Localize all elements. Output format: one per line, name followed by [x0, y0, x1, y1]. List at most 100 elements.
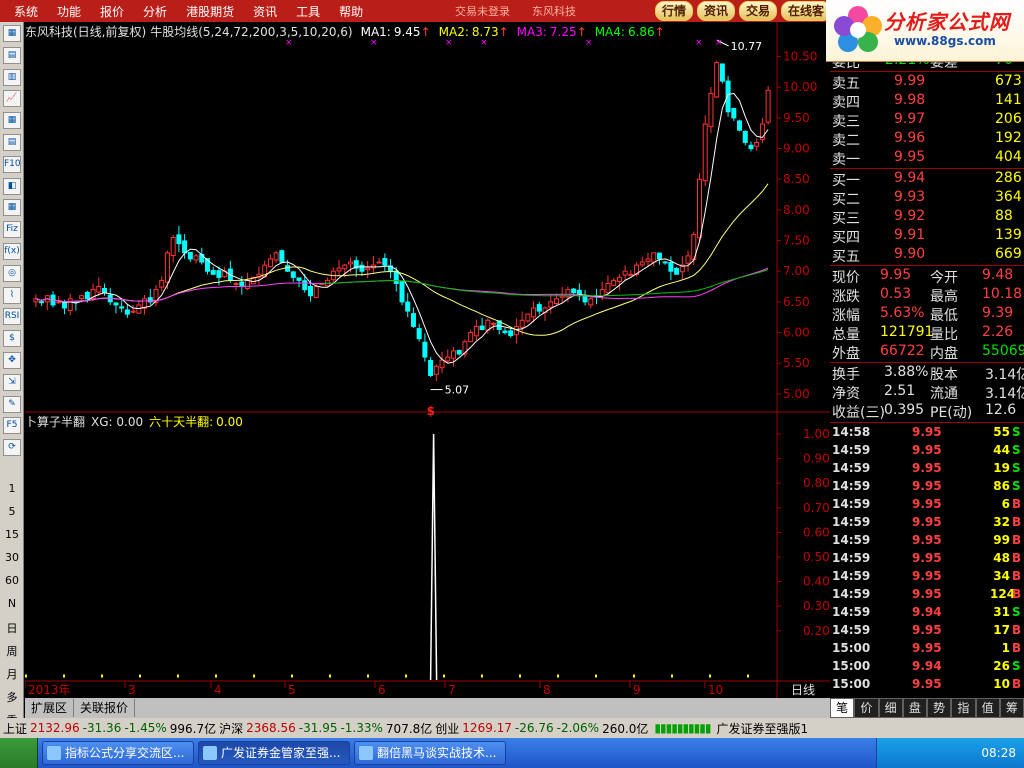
tick-volume: 32 — [993, 515, 1010, 529]
toolbar-button-0[interactable]: ▦ — [3, 25, 21, 42]
tick-row: 15:00 9.95 10 B — [830, 676, 1024, 694]
tick-price: 9.95 — [912, 569, 942, 583]
chart-area[interactable]: 10.50 10.00 9.50 9.00 8.50 8.00 7.50 7.00 6.50 6.… — [25, 22, 830, 718]
menu-middle-item-0[interactable]: 交易未登录 — [455, 3, 510, 19]
tick-price: 9.95 — [912, 641, 942, 655]
signal-meter: ▮▮▮▮▮▮▮▮▮▮ — [654, 721, 711, 735]
sh-index-pct: -1.45% — [124, 721, 167, 735]
period-button-1[interactable]: 5 — [0, 505, 24, 518]
menu-item-7[interactable]: 帮助 — [334, 3, 368, 20]
toolbar-button-19[interactable]: ⟳ — [3, 439, 21, 457]
sh-index-label: 上证 — [3, 721, 28, 736]
buy-vol: 88 — [995, 208, 1013, 224]
top-tab-2[interactable]: 交易 — [739, 1, 778, 21]
buy-label: 买三 — [832, 211, 860, 227]
candle — [725, 76, 731, 117]
tick-row: 14:59 9.95 32 B — [830, 514, 1024, 532]
tick-row: 14:59 9.95 44 S — [830, 442, 1024, 460]
period-button-0[interactable]: 1 — [0, 482, 24, 495]
tick-row: 14:59 9.95 124 B — [830, 586, 1024, 604]
menu-item-6[interactable]: 工具 — [291, 3, 325, 20]
toolbar-button-4[interactable]: ▦ — [3, 112, 21, 130]
sub-axis-label: 0.90 — [803, 452, 830, 466]
toolbar-button-14[interactable]: $ — [3, 330, 21, 348]
period-button-7[interactable]: 周 — [0, 643, 24, 659]
app-icon — [359, 746, 373, 760]
kline-chart[interactable]: 10.50 10.00 9.50 9.00 8.50 8.00 7.50 7.00 6.50 6.… — [25, 22, 830, 698]
sell-vol: 192 — [995, 130, 1022, 146]
period-button-5[interactable]: N — [0, 597, 24, 610]
sub-rule-label: 六十天半翻: — [149, 415, 213, 429]
stat-row: 净资 2.51 流通 3.14亿 — [830, 383, 1024, 402]
menu-item-2[interactable]: 报价 — [95, 3, 129, 20]
toolbar-button-1[interactable]: ▤ — [3, 46, 21, 64]
stat-value: 9.48 — [982, 267, 1014, 283]
toolbar-button-6[interactable]: F10 — [3, 155, 21, 173]
toolbar-button-17[interactable]: ✎ — [3, 395, 21, 413]
stat-row: 涨幅 5.63% 最低 9.39 — [830, 305, 1024, 324]
sell-vol: 206 — [995, 111, 1022, 127]
candle — [702, 115, 708, 187]
top-tab-3[interactable]: 在线客 — [781, 1, 832, 21]
tick-row: 15:00 9.95 1 B — [830, 640, 1024, 658]
menu-middle-item-1[interactable]: 东风科技 — [532, 3, 576, 19]
toolbar-button-7[interactable]: ◧ — [3, 177, 21, 195]
taskbar-item-2[interactable]: 翻倍黑马谈实战技术... — [354, 741, 506, 765]
date-label: 5 — [288, 683, 296, 697]
toolbar-button-2[interactable]: ▥ — [3, 68, 21, 86]
taskbar-item-1[interactable]: 广发证券金管家至强... — [198, 741, 350, 765]
period-button-9[interactable]: 多 — [0, 689, 24, 705]
period-button-2[interactable]: 15 — [0, 528, 24, 541]
quote-subtab-4[interactable]: 势 — [927, 698, 952, 718]
sub-axis-label: 1.00 — [803, 427, 830, 441]
toolbar-button-3[interactable]: 📈 — [3, 90, 21, 108]
quote-subtab-6[interactable]: 值 — [975, 698, 1000, 718]
stat-label: 总量 — [832, 327, 860, 343]
bottom-tab-0[interactable]: 扩展区 — [25, 699, 75, 717]
quote-subtab-0[interactable]: 笔 — [830, 698, 855, 718]
sell-row: 卖二 9.96 192 — [830, 130, 1024, 149]
quote-subtab-7[interactable]: 筹 — [999, 698, 1024, 718]
period-button-4[interactable]: 60 — [0, 574, 24, 587]
toolbar-button-13[interactable]: RSI — [3, 308, 21, 326]
toolbar-button-11[interactable]: ◎ — [3, 264, 21, 282]
toolbar-button-5[interactable]: ▤ — [3, 134, 21, 151]
toolbar-button-18[interactable]: F5 — [3, 417, 21, 435]
sell-vol: 141 — [995, 92, 1022, 108]
toolbar-button-16[interactable]: ⇲ — [3, 373, 21, 391]
quote-subtab-2[interactable]: 细 — [878, 698, 903, 718]
period-button-8[interactable]: 月 — [0, 666, 24, 682]
quote-subtab-5[interactable]: 指 — [951, 698, 976, 718]
menu-item-4[interactable]: 港股期货 — [181, 3, 239, 20]
toolbar-button-9[interactable]: Fiz — [3, 221, 21, 239]
toolbar-button-12[interactable]: ⌇ — [3, 286, 21, 304]
toolbar-button-10[interactable]: f(x) — [3, 243, 21, 260]
quote-subtab-1[interactable]: 价 — [854, 698, 879, 718]
buy-row: 买一 9.94 286 — [830, 170, 1024, 189]
toolbar-button-15[interactable]: ✥ — [3, 352, 21, 369]
candle — [719, 63, 725, 84]
top-tab-1[interactable]: 资讯 — [697, 1, 736, 21]
toolbar-button-8[interactable]: ▦ — [3, 199, 21, 217]
ma-legend-label: MA1: — [361, 25, 391, 39]
date-label: 7 — [448, 683, 456, 697]
buy-price: 9.92 — [894, 208, 926, 224]
period-button-3[interactable]: 30 — [0, 551, 24, 564]
tick-direction: B — [1012, 569, 1022, 583]
tick-price: 9.95 — [912, 479, 942, 493]
menu-item-0[interactable]: 系统 — [9, 3, 43, 20]
candle — [399, 281, 405, 306]
taskbar-item-0[interactable]: 指标公式分享交流区... — [42, 741, 194, 765]
tick-time: 14:59 — [832, 515, 871, 529]
period-button-6[interactable]: 日 — [0, 620, 24, 636]
menu-item-5[interactable]: 资讯 — [248, 3, 282, 20]
top-tab-0[interactable]: 行情 — [655, 1, 694, 21]
tick-price: 9.95 — [912, 461, 942, 475]
bottom-tab-1[interactable]: 关联报价 — [74, 699, 136, 717]
start-button[interactable] — [0, 738, 38, 768]
divider — [830, 71, 1024, 72]
menu-item-3[interactable]: 分析 — [138, 3, 172, 20]
quote-subtab-3[interactable]: 盘 — [902, 698, 927, 718]
tick-time: 14:59 — [832, 461, 871, 475]
menu-item-1[interactable]: 功能 — [52, 3, 86, 20]
